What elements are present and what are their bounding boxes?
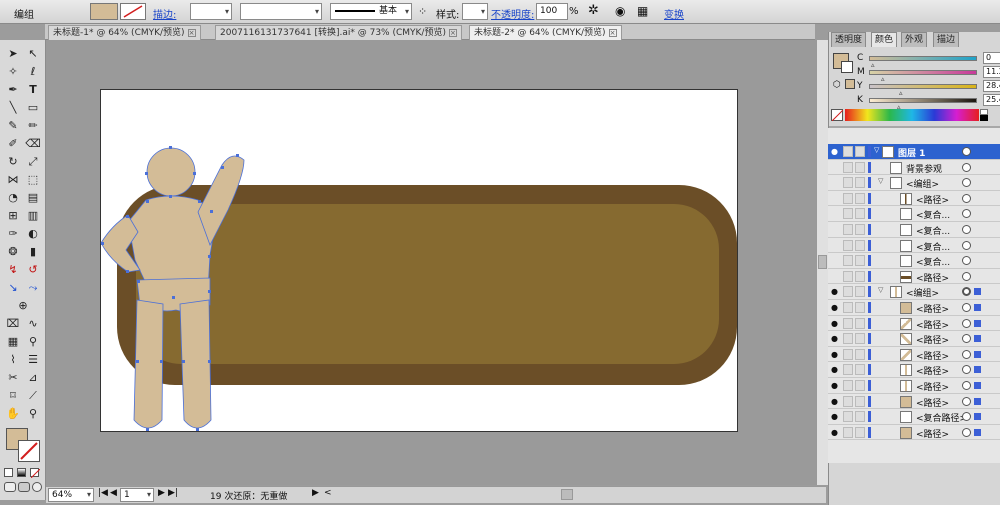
layer-row[interactable]: ● <路径> [828, 316, 1000, 332]
eye-icon[interactable]: ● [831, 147, 840, 156]
last-page-icon[interactable]: ▶| [168, 488, 178, 498]
target-icon[interactable] [962, 240, 971, 250]
layer-row[interactable]: <路径> [828, 191, 1000, 207]
target-icon[interactable] [962, 178, 971, 188]
target-icon[interactable] [962, 334, 971, 344]
target-icon[interactable] [962, 349, 971, 359]
undo-status: 19 次还原：无重做 [210, 492, 288, 502]
yellow-slider[interactable]: Y ▵ 28.46 [857, 80, 1000, 97]
expand-icon[interactable]: ▽ [874, 146, 879, 154]
scroll-thumb[interactable] [818, 255, 827, 269]
none-swatch[interactable] [831, 109, 844, 122]
target-icon[interactable] [962, 162, 971, 172]
tab-appearance[interactable]: 外观 [901, 32, 928, 47]
target-icon[interactable] [962, 225, 971, 234]
layer-row[interactable]: ● <路径> [828, 362, 1000, 378]
eye-icon[interactable]: ● [831, 428, 840, 437]
eye-icon[interactable]: ● [831, 319, 840, 328]
layer-row[interactable]: ● <路径> [828, 347, 1000, 363]
layer-row[interactable]: ● <路径> [828, 300, 1000, 316]
layers-list: ● ▽ 图层 1 背景参观 ▽ <编组> <路径> <复合... <复合... [828, 128, 1000, 463]
eye-icon[interactable]: ● [831, 287, 840, 296]
layer-row[interactable]: <路径> [828, 269, 1000, 285]
layer-row[interactable]: ▽ <编组> [828, 175, 1000, 191]
target-icon[interactable] [962, 318, 971, 328]
target-icon[interactable] [962, 271, 971, 281]
horizontal-scroll-thumb[interactable] [561, 489, 573, 500]
cube-icon: ⬡ [833, 80, 841, 90]
expand-icon[interactable]: ▽ [878, 177, 883, 185]
page-select[interactable]: 1 ▾ [120, 488, 154, 502]
target-icon[interactable] [962, 147, 971, 156]
layer-row[interactable]: <复合... [828, 253, 1000, 269]
target-icon[interactable] [962, 381, 971, 390]
black-slider[interactable]: K ▵ 25.49 [857, 94, 1000, 111]
target-icon[interactable] [962, 287, 971, 297]
tab-color[interactable]: 颜色 [871, 32, 898, 47]
target-icon[interactable] [962, 256, 971, 266]
layer-row[interactable]: <复合... [828, 222, 1000, 238]
target-icon[interactable] [962, 412, 971, 422]
layer-row[interactable]: ● <复合路径> [828, 409, 1000, 425]
scroll-left-icon[interactable]: < [324, 488, 332, 498]
layer-row[interactable]: ● <路径> [828, 425, 1000, 441]
panel-stroke-swatch[interactable] [841, 61, 853, 73]
tab-stroke[interactable]: 描边 [933, 32, 960, 47]
target-icon[interactable] [962, 303, 971, 312]
target-icon[interactable] [962, 365, 971, 375]
target-icon[interactable] [962, 193, 971, 203]
eye-icon[interactable]: ● [831, 365, 840, 374]
banner-inner [136, 204, 719, 364]
eye-icon[interactable]: ● [831, 303, 840, 312]
layer-row[interactable]: ● ▽ <编组> [828, 284, 1000, 300]
tab-transparency[interactable]: 透明度 [831, 32, 867, 47]
layer-row[interactable]: <复合... [828, 206, 1000, 222]
prev-page-icon[interactable]: ◀ [110, 488, 117, 498]
layer-row[interactable]: <复合... [828, 238, 1000, 254]
layer-row[interactable]: ● <路径> [828, 394, 1000, 410]
zoom-select[interactable]: 64% ▾ [48, 488, 94, 502]
target-icon[interactable] [962, 427, 971, 437]
target-icon[interactable] [962, 396, 971, 406]
layer-row[interactable]: ● <路径> [828, 331, 1000, 347]
layer-row[interactable]: ● ▽ 图层 1 [828, 144, 1000, 160]
magenta-slider[interactable]: M ▵ 11.26 [857, 66, 1000, 83]
layer-row[interactable]: ● <路径> [828, 378, 1000, 394]
out-of-gamut-swatch[interactable] [845, 79, 855, 89]
eye-icon[interactable]: ● [831, 412, 840, 421]
expand-icon[interactable]: ▽ [878, 286, 883, 294]
layer-row[interactable]: 背景参观 [828, 160, 1000, 176]
black-swatch[interactable] [980, 115, 988, 121]
next-page-icon[interactable]: ▶ [158, 488, 165, 498]
eye-icon[interactable]: ● [831, 381, 840, 390]
vertical-scrollbar[interactable] [816, 40, 828, 485]
layer-thumbnail [882, 146, 894, 158]
status-bar: 64% ▾ |◀ ◀ 1 ▾ ▶ ▶| 19 次还原：无重做 ▶ < [46, 486, 826, 503]
cyan-slider[interactable]: C ▵ 0 [857, 52, 1000, 69]
eye-icon[interactable]: ● [831, 334, 840, 343]
color-spectrum[interactable] [845, 109, 979, 121]
eye-icon[interactable]: ● [831, 397, 840, 406]
first-page-icon[interactable]: |◀ [98, 488, 108, 498]
target-icon[interactable] [962, 209, 971, 219]
status-menu-icon[interactable]: ▶ [312, 488, 319, 498]
eye-icon[interactable]: ● [831, 350, 840, 359]
